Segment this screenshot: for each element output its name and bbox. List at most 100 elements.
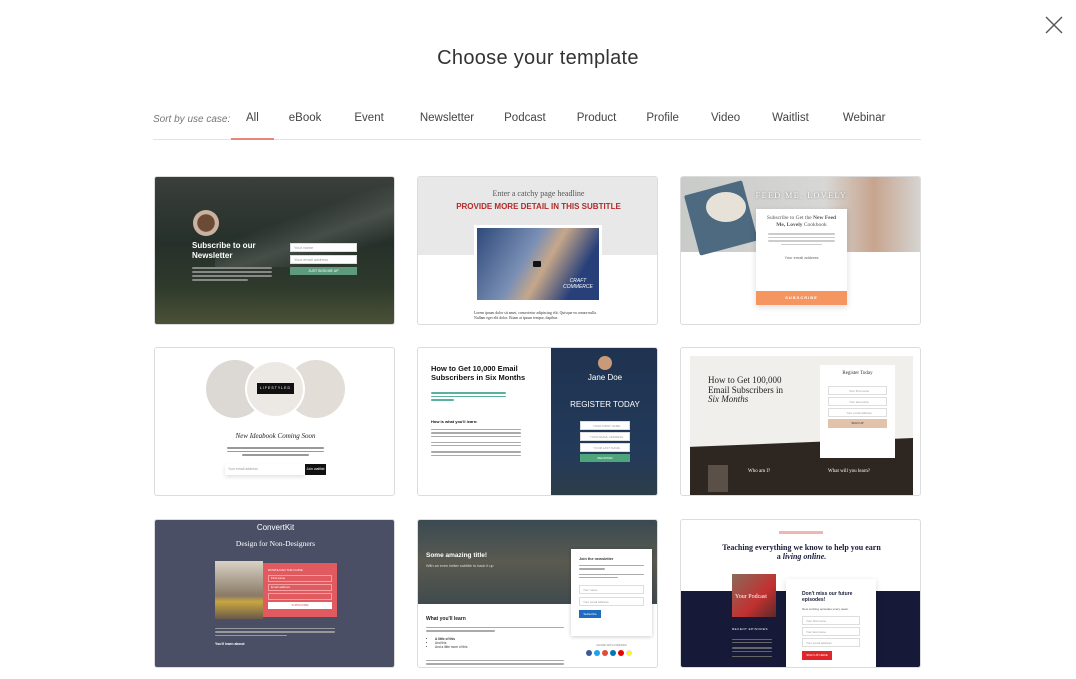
share-label: SHARE WITH FRIENDS xyxy=(596,643,627,647)
headline-part: Subscribe to Get the xyxy=(766,215,814,221)
last-name-field: Your last name xyxy=(802,627,860,636)
eyebrow-label xyxy=(779,531,823,534)
last-name-field: Your last name xyxy=(828,397,887,406)
register-button: REGISTER xyxy=(580,454,630,462)
subscribe-button: Subscribe xyxy=(579,610,601,619)
video-thumbnail: CRAFT COMMERCE xyxy=(474,225,602,303)
learn-heading: You'll learn about: xyxy=(215,642,246,646)
avatar xyxy=(193,210,219,236)
tab-podcast[interactable]: Podcast xyxy=(492,108,561,139)
signup-button: JUST SIGN ME UP xyxy=(290,267,357,275)
form-label: DOWNLOAD THE GUIDE xyxy=(268,568,303,572)
template-subtitle: With an even better subtitle to back it … xyxy=(426,564,494,568)
first-name-field: First name xyxy=(268,575,332,582)
host-name: Jane Doe xyxy=(587,373,623,382)
close-icon[interactable] xyxy=(1044,15,1064,35)
page-title: Choose your template xyxy=(437,47,639,69)
template-card-video[interactable]: Enter a catchy page headline PROVIDE MOR… xyxy=(417,176,658,325)
template-headline: Teaching everything we know to help you … xyxy=(722,543,881,561)
tab-profile[interactable]: Profile xyxy=(632,108,695,139)
form-subtitle: New exciting episodes every week. xyxy=(802,607,849,611)
tab-webinar[interactable]: Webinar xyxy=(825,108,901,139)
body-lines xyxy=(192,265,272,283)
section-heading: What you'll learn xyxy=(426,616,466,622)
google-plus-icon[interactable] xyxy=(602,650,608,656)
facebook-icon[interactable] xyxy=(586,650,592,656)
sort-label: Sort by use case: xyxy=(153,114,231,125)
body-lines xyxy=(426,658,564,667)
signup-button: SIGN UP xyxy=(828,419,887,428)
email-field: Your email address xyxy=(784,255,819,260)
play-icon[interactable] xyxy=(533,261,541,267)
email-field: Your email address xyxy=(225,464,305,475)
template-card-podcast[interactable]: Teaching everything we know to help you … xyxy=(680,519,921,668)
cover-title: Your Podcast xyxy=(735,594,767,600)
intro-lines xyxy=(431,390,506,403)
name-field: Your name xyxy=(579,585,644,595)
tab-all[interactable]: All xyxy=(231,108,274,140)
social-icons xyxy=(586,650,632,656)
subscribe-button: SUBSCRIBE xyxy=(756,291,847,305)
template-card-design-guide[interactable]: ConvertKit Design for Non-Designers DOWN… xyxy=(154,519,395,668)
recent-episodes-heading: RECENT EPISODES xyxy=(732,627,768,631)
tab-newsletter[interactable]: Newsletter xyxy=(402,108,492,139)
template-headline: How to Get 10,000 Email Subscribers in S… xyxy=(431,364,526,382)
template-headline: Subscribe to our Newsletter xyxy=(192,241,256,260)
body-lines xyxy=(215,626,335,638)
email-field: Your email address xyxy=(828,408,887,417)
template-card-webinar-10000[interactable]: How to Get 10,000 Email Subscribers in S… xyxy=(417,347,658,496)
body-lines xyxy=(426,625,564,634)
first-name-field: Your first name xyxy=(802,616,860,625)
guide-image xyxy=(215,561,263,619)
guide-form: DOWNLOAD THE GUIDE First name Email addr… xyxy=(263,563,337,617)
tab-event[interactable]: Event xyxy=(336,108,401,139)
body-lines xyxy=(431,427,521,458)
first-name-field: YOUR FIRST NAME xyxy=(580,421,630,430)
last-name-field: YOUR LAST NAME xyxy=(580,443,630,452)
subscribe-button: SUBSCRIBE xyxy=(268,602,332,609)
first-name-field: Your first name xyxy=(828,386,887,395)
template-card-newsletter-mountain[interactable]: Subscribe to our Newsletter Your name Yo… xyxy=(154,176,395,325)
template-headline: How to Get 100,000 Email Subscribers in S… xyxy=(708,375,783,404)
video-brand: CRAFT COMMERCE xyxy=(563,278,593,290)
template-card-cookbook[interactable]: FEED ME, LOVELY Subscribe to Get the New… xyxy=(680,176,921,325)
twitter-icon[interactable] xyxy=(594,650,600,656)
body-text: Lorem ipsum dolor sit amet, consectetur … xyxy=(474,311,597,320)
email-field: Your email address xyxy=(579,597,644,607)
template-headline: Some amazing title! xyxy=(426,552,488,559)
tab-waitlist[interactable]: Waitlist xyxy=(756,108,825,139)
register-heading: REGISTER TODAY xyxy=(570,400,640,409)
who-heading: Who am I? xyxy=(748,469,771,474)
form-title: Don't miss our future episodes! xyxy=(802,591,853,603)
tab-product[interactable]: Product xyxy=(561,108,633,139)
use-case-tabs: Sort by use case: All eBook Event Newsle… xyxy=(153,108,921,140)
template-subtitle: PROVIDE MORE DETAIL IN THIS SUBTITLE xyxy=(456,202,621,211)
select-field xyxy=(268,593,332,600)
template-card-webinar-100000[interactable]: How to Get 100,000 Email Subscribers in S… xyxy=(680,347,921,496)
author-photo xyxy=(708,465,728,492)
register-form: Register Today Your first name Your last… xyxy=(820,365,895,458)
tab-ebook[interactable]: eBook xyxy=(274,108,337,139)
signup-form: Your name Your email address JUST SIGN M… xyxy=(290,243,357,275)
episode-lines xyxy=(732,637,772,659)
email-field: Email address xyxy=(268,584,332,591)
template-card-ideabook[interactable]: LIFESTYLED New Ideabook Coming Soon Your… xyxy=(154,347,395,496)
template-headline: Enter a catchy page headline xyxy=(492,189,585,198)
template-headline: Design for Non-Designers xyxy=(235,539,316,548)
linkedin-icon[interactable] xyxy=(610,650,616,656)
headline-part: Cookbook xyxy=(802,222,827,228)
podcast-cover: Your Podcast xyxy=(732,574,776,617)
youtube-icon[interactable] xyxy=(618,650,624,656)
form-title: Join the newsletter xyxy=(579,557,614,561)
brand-logo: ConvertKit xyxy=(256,523,295,532)
template-card-city-newsletter[interactable]: Some amazing title! With an even better … xyxy=(417,519,658,668)
brand-name: FEED ME, LOVELY xyxy=(755,191,848,200)
body-lines xyxy=(227,445,324,458)
section-heading: How is what you'll learn: xyxy=(431,419,478,424)
tab-video[interactable]: Video xyxy=(695,108,756,139)
newsletter-form: Join the newsletter Your name Your email… xyxy=(571,549,652,636)
form-title: Register Today xyxy=(842,371,873,376)
name-field: Your name xyxy=(290,243,357,252)
template-headline: New Ideabook Coming Soon xyxy=(235,432,316,440)
snapchat-icon[interactable] xyxy=(626,650,632,656)
